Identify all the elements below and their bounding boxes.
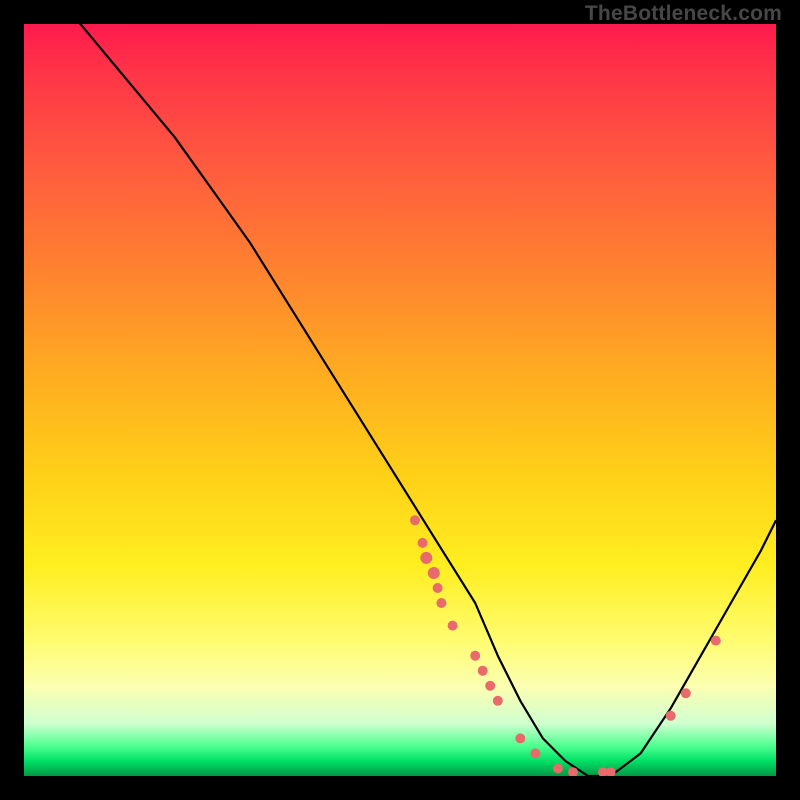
data-point	[410, 515, 420, 525]
data-point	[553, 764, 563, 774]
data-point	[478, 666, 488, 676]
data-point	[448, 621, 458, 631]
data-point	[515, 733, 525, 743]
chart-plot-area	[24, 24, 776, 776]
data-point	[485, 681, 495, 691]
chart-svg	[24, 24, 776, 776]
data-point	[711, 636, 721, 646]
data-point	[436, 598, 446, 608]
data-point	[681, 688, 691, 698]
data-point	[420, 552, 432, 564]
data-point	[530, 748, 540, 758]
data-point	[433, 583, 443, 593]
chart-frame	[24, 24, 776, 776]
data-point	[428, 567, 440, 579]
data-point	[666, 711, 676, 721]
data-point	[606, 767, 616, 776]
attribution-text: TheBottleneck.com	[585, 2, 782, 26]
data-point	[418, 538, 428, 548]
data-point	[470, 651, 480, 661]
data-point	[493, 696, 503, 706]
bottleneck-curve	[24, 24, 776, 776]
